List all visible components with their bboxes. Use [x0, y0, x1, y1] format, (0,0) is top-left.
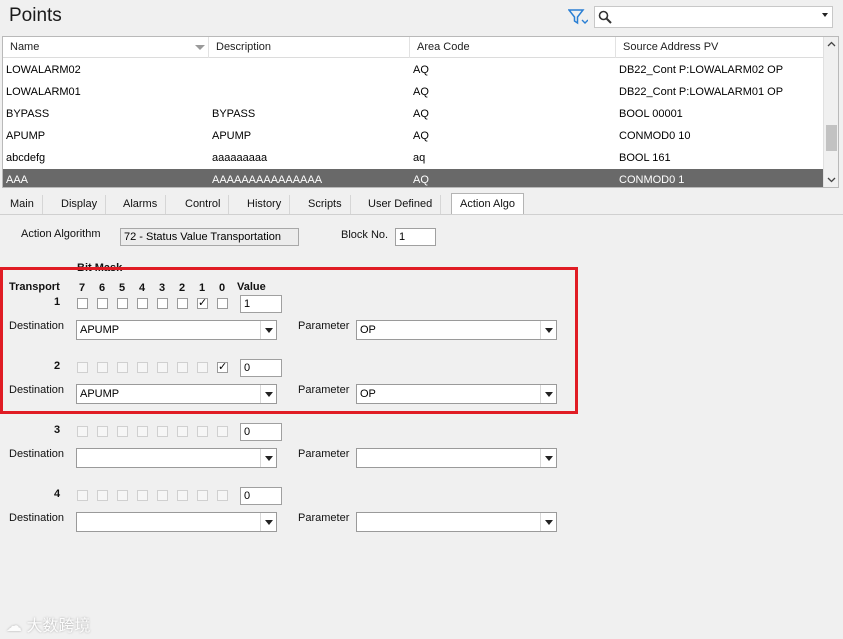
cell-source-address: DB22_Cont P:LOWALARM01 OP [619, 86, 784, 98]
bit-checkbox[interactable] [177, 426, 188, 437]
cell-source-address: BOOL 161 [619, 152, 671, 164]
value-field[interactable]: 0 [240, 423, 282, 441]
scroll-up-icon[interactable] [824, 37, 839, 52]
bit-checkbox[interactable] [137, 490, 148, 501]
tab-alarms[interactable]: Alarms [115, 195, 167, 214]
search-input[interactable] [594, 6, 833, 28]
bit-checkbox[interactable] [197, 426, 208, 437]
table-row[interactable]: LOWALARM02 AQ DB22_Cont P:LOWALARM02 OP [3, 59, 823, 81]
table-row[interactable]: BYPASS BYPASS AQ BOOL 00001 [3, 103, 823, 125]
table-row[interactable]: LOWALARM01 AQ DB22_Cont P:LOWALARM01 OP [3, 81, 823, 103]
chevron-down-icon[interactable] [540, 449, 556, 467]
destination-label: Destination [9, 448, 65, 460]
cell-source-address: DB22_Cont P:LOWALARM02 OP [619, 64, 784, 76]
bit-checkbox[interactable] [77, 426, 88, 437]
action-algorithm-field: 72 - Status Value Transportation [120, 228, 299, 246]
column-header-area-code[interactable]: Area Code [410, 37, 616, 58]
column-header-name[interactable]: Name [3, 37, 209, 58]
tab-action-algo[interactable]: Action Algo [451, 193, 525, 214]
cell-area-code: AQ [413, 108, 429, 120]
tab-main[interactable]: Main [2, 195, 43, 214]
transport-number: 3 [54, 424, 61, 436]
table-row[interactable]: APUMP APUMP AQ CONMOD0 10 [3, 125, 823, 147]
page-title: Points [9, 5, 62, 26]
cell-name: abcdefg [6, 152, 46, 164]
bit-checkbox[interactable] [177, 490, 188, 501]
cell-description [209, 59, 410, 81]
value-field[interactable]: 0 [240, 487, 282, 505]
destination-dropdown[interactable] [76, 512, 277, 532]
chevron-down-icon[interactable] [260, 513, 276, 531]
bit-checkbox[interactable] [197, 490, 208, 501]
parameter-label: Parameter [298, 448, 350, 460]
cell-area-code: AQ [413, 86, 429, 98]
cell-area-code: AQ [413, 174, 429, 186]
chevron-down-icon[interactable] [260, 449, 276, 467]
destination-label: Destination [9, 512, 65, 524]
parameter-dropdown[interactable] [356, 512, 557, 532]
bit-checkbox[interactable] [157, 490, 168, 501]
search-icon [598, 10, 612, 24]
points-grid: Name Description Area Code Source Addres… [2, 36, 839, 188]
cell-area-code: aq [413, 152, 426, 164]
cell-description [209, 81, 410, 103]
watermark-logo: ☁ 大数跨境 [6, 618, 91, 635]
cell-description: AAAAAAAAAAAAAAA [212, 174, 323, 186]
cell-name: LOWALARM01 [6, 86, 81, 98]
cell-name: AAA [6, 174, 29, 186]
tab-scripts[interactable]: Scripts [300, 195, 351, 214]
tab-control[interactable]: Control [177, 195, 230, 214]
destination-dropdown[interactable] [76, 448, 277, 468]
filter-icon[interactable] [568, 8, 588, 26]
action-algorithm-label: Action Algorithm [21, 228, 101, 240]
bit-checkbox[interactable] [97, 490, 108, 501]
grid-header: Name Description Area Code Source Addres… [3, 37, 823, 58]
table-row[interactable]: AAA AAAAAAAAAAAAAAA AQ CONMOD0 1 [3, 169, 823, 187]
header-bar: Points [0, 0, 843, 34]
tab-bar: Main Display Alarms Control History Scripts Us… [0, 192, 843, 215]
cell-description: APUMP [212, 130, 252, 142]
bit-checkbox[interactable] [217, 490, 228, 501]
block-no-label: Block No. [341, 229, 389, 241]
column-header-source-address[interactable]: Source Address PV [616, 37, 823, 58]
highlight-box [0, 267, 578, 414]
cell-source-address: CONMOD0 10 [619, 130, 691, 142]
sort-arrow-icon[interactable] [195, 45, 205, 50]
bit-checkbox[interactable] [97, 426, 108, 437]
cell-description: aaaaaaaaa [212, 152, 268, 164]
tab-user-defined[interactable]: User Defined [360, 195, 442, 214]
grid-scrollbar[interactable] [823, 37, 838, 187]
cell-source-address: BOOL 00001 [619, 108, 683, 120]
transport-number: 4 [54, 488, 61, 500]
cell-area-code: AQ [413, 64, 429, 76]
cell-description: BYPASS [212, 108, 256, 120]
bit-checkbox[interactable] [117, 426, 128, 437]
table-row[interactable]: abcdefg aaaaaaaaa aq BOOL 161 [3, 147, 823, 169]
parameter-label: Parameter [298, 512, 350, 524]
scroll-down-icon[interactable] [824, 172, 839, 187]
bit-checkbox[interactable] [217, 426, 228, 437]
parameter-dropdown[interactable] [356, 448, 557, 468]
chevron-down-icon[interactable] [822, 13, 828, 17]
tab-history[interactable]: History [239, 195, 291, 214]
bit-checkbox[interactable] [77, 490, 88, 501]
cell-name: APUMP [6, 130, 46, 142]
chevron-down-icon[interactable] [540, 513, 556, 531]
cell-name: BYPASS [6, 108, 50, 120]
cell-area-code: AQ [413, 130, 429, 142]
block-no-field[interactable]: 1 [395, 228, 436, 246]
cell-name: LOWALARM02 [6, 64, 81, 76]
bit-checkbox[interactable] [157, 426, 168, 437]
tab-display[interactable]: Display [53, 195, 107, 214]
column-header-description[interactable]: Description [209, 37, 410, 58]
cell-source-address: CONMOD0 1 [619, 174, 685, 186]
bit-checkbox[interactable] [137, 426, 148, 437]
scrollbar-thumb[interactable] [826, 125, 837, 151]
bit-checkbox[interactable] [117, 490, 128, 501]
